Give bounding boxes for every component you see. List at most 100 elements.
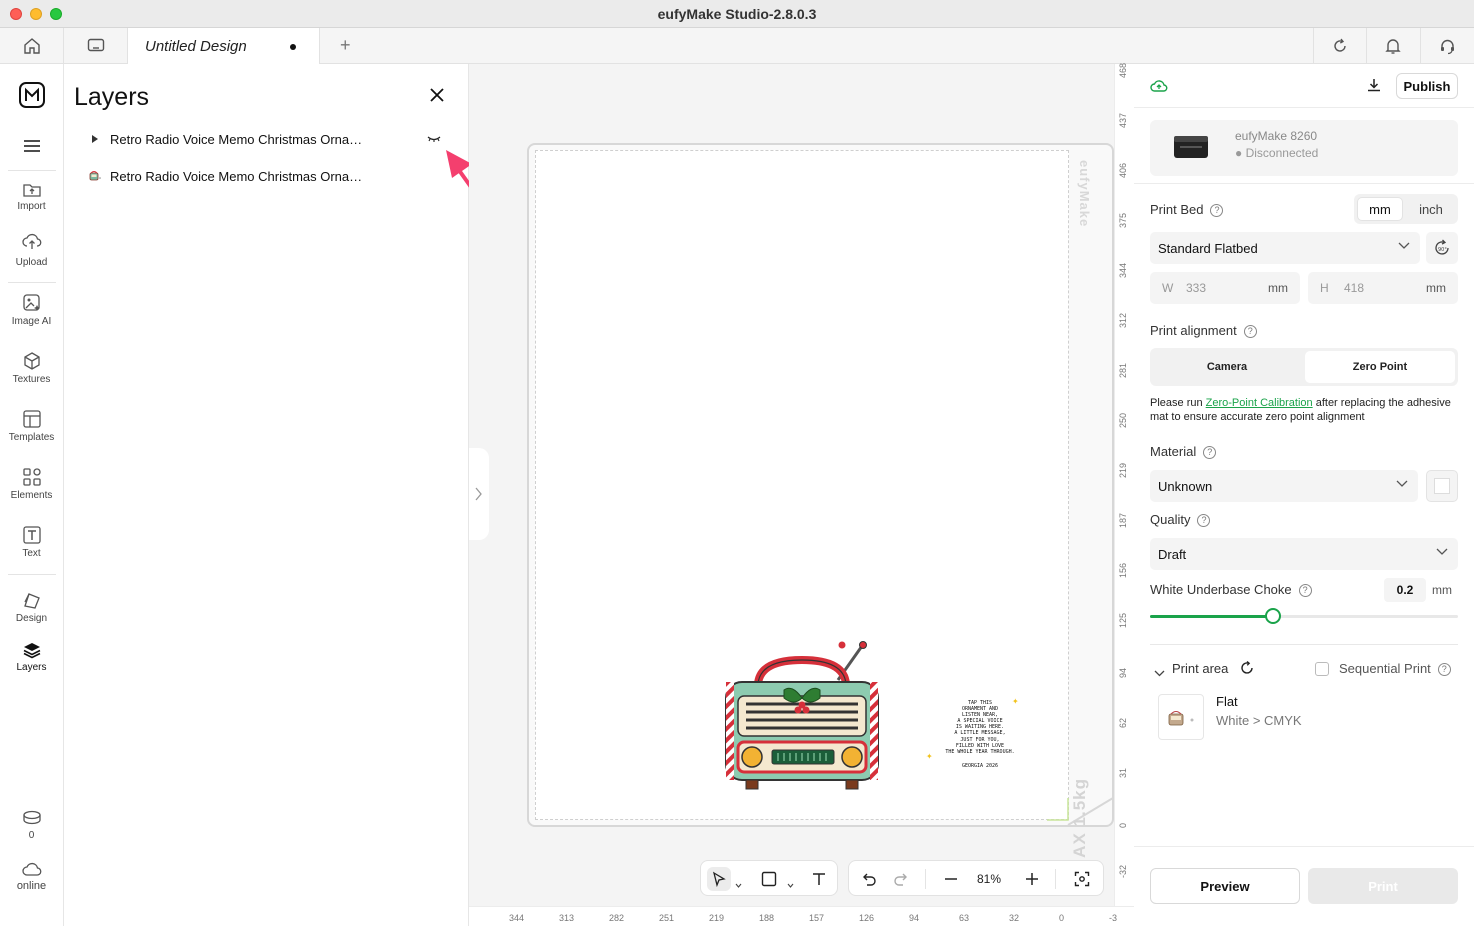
print-button[interactable]: Print (1308, 868, 1458, 904)
chevron-down-icon[interactable] (787, 875, 794, 893)
undo-button[interactable] (857, 867, 881, 891)
sidebar-item-textures[interactable]: Textures (0, 351, 63, 385)
layer-group-row[interactable]: Retro Radio Voice Memo Christmas Orna… (82, 126, 452, 152)
help-icon[interactable]: ? (1197, 514, 1211, 528)
ruler-tick-label: 94 (909, 913, 920, 923)
material-select[interactable]: Unknown (1150, 470, 1418, 502)
zoom-level[interactable]: 81% (977, 872, 1001, 886)
new-tab-button[interactable]: + (340, 35, 351, 56)
alignment-camera-button[interactable]: Camera (1153, 351, 1301, 383)
sidebar-item-label: Upload (15, 257, 48, 268)
notifications-button[interactable] (1366, 28, 1419, 64)
unit-mm-button[interactable]: mm (1357, 197, 1403, 221)
help-icon[interactable]: ? (1210, 204, 1224, 218)
unit-inch-button[interactable]: inch (1407, 197, 1455, 221)
menu-button[interactable] (23, 139, 41, 158)
sidebar-item-layers[interactable]: Layers (0, 641, 63, 673)
print-area-thumbnail[interactable] (1158, 694, 1204, 740)
radio-ornament-design[interactable] (722, 640, 882, 792)
quality-select[interactable]: Draft (1150, 538, 1458, 570)
ruler-tick-label: 312 (1118, 312, 1128, 328)
support-button[interactable] (1420, 28, 1473, 64)
choke-slider[interactable] (1150, 608, 1458, 624)
sidebar-item-templates[interactable]: Templates (0, 409, 63, 443)
ruler-tick-label: 375 (1118, 212, 1128, 228)
bed-type-select[interactable]: Standard Flatbed (1150, 232, 1420, 264)
sidebar-item-label: Textures (12, 374, 51, 385)
help-icon[interactable]: ? (1298, 584, 1312, 598)
publish-button[interactable]: Publish (1396, 73, 1458, 99)
rotate-90-icon: 90° (1435, 239, 1449, 255)
layers-title: Layers (74, 83, 150, 111)
chevron-down-icon (1398, 242, 1410, 249)
zoom-out-button[interactable] (939, 867, 963, 891)
reset-print-area-button[interactable] (1240, 660, 1254, 680)
download-icon (1368, 79, 1380, 92)
home-icon (23, 37, 40, 54)
home-button[interactable] (0, 28, 64, 63)
undo-icon (863, 873, 876, 886)
preview-button[interactable]: Preview (1150, 868, 1300, 904)
zoom-in-button[interactable] (1020, 867, 1044, 891)
collapse-panel-tab[interactable] (469, 448, 489, 540)
poem-text-design[interactable]: TAP THIS ORNAMENT AND LISTEN NEAR, A SPE… (928, 700, 1032, 769)
sidebar-item-image-ai[interactable]: Image AI (0, 293, 63, 327)
select-tool-button[interactable] (707, 867, 731, 891)
sidebar-item-label: Import (17, 201, 46, 212)
sidebar-item-label: Templates (8, 432, 55, 443)
zero-point-calibration-link[interactable]: Zero-Point Calibration (1206, 397, 1313, 409)
text-tool-button[interactable] (807, 867, 831, 891)
unsaved-dot (290, 44, 296, 50)
shape-tool-button[interactable] (757, 867, 781, 891)
left-sidebar: Import Upload Image AI Textures Template… (0, 64, 64, 926)
choke-value-input[interactable]: 0.2 (1384, 578, 1426, 602)
choke-unit: mm (1432, 583, 1452, 597)
bell-icon (1385, 38, 1401, 54)
help-icon[interactable]: ? (1203, 446, 1217, 460)
rotate-label: 90° (1438, 247, 1447, 253)
alignment-zero-point-button[interactable]: Zero Point (1305, 351, 1455, 383)
print-mode-subtitle: White > CMYK (1216, 713, 1302, 728)
sidebar-item-elements[interactable]: Elements (0, 467, 63, 501)
fit-view-icon (1074, 871, 1090, 887)
view-toolbar: 81% (848, 860, 1104, 896)
ruler-tick-label: -32 (1118, 864, 1128, 878)
fit-view-button[interactable] (1070, 867, 1094, 891)
elements-icon (22, 468, 41, 486)
ruler-tick-label: 187 (1118, 512, 1128, 528)
bed-height-field[interactable]: H 418 mm (1308, 272, 1458, 304)
quality-label-text: Quality (1150, 512, 1191, 527)
redo-button[interactable] (889, 867, 913, 891)
sidebar-item-design[interactable]: Design (0, 590, 63, 624)
sidebar-item-label: Elements (10, 490, 53, 501)
material-color-swatch[interactable] (1426, 470, 1458, 502)
chevron-down-icon (1154, 670, 1165, 677)
sidebar-item-text[interactable]: Text (0, 525, 63, 559)
help-icon[interactable]: ? (1243, 325, 1257, 339)
layer-row[interactable]: Retro Radio Voice Memo Christmas Orna… (82, 163, 452, 189)
slider-thumb[interactable] (1265, 608, 1282, 624)
collapse-print-area-button[interactable] (1154, 664, 1165, 682)
coins-counter[interactable]: 0 (0, 809, 63, 841)
coins-count: 0 (28, 830, 35, 841)
ruler-tick-label: 344 (509, 913, 525, 923)
sequential-print-checkbox[interactable] (1315, 662, 1329, 676)
divider (1150, 644, 1458, 645)
device-card[interactable]: eufyMake 8260 ● Disconnected (1150, 120, 1458, 176)
chevron-down-icon[interactable] (735, 875, 742, 893)
ruler-tick-label: 32 (1009, 913, 1020, 923)
bed-width-field[interactable]: W 333 mm (1150, 272, 1300, 304)
quality-value: Draft (1158, 547, 1187, 562)
rotate-bed-button[interactable]: 90° (1426, 232, 1458, 264)
ruler-tick-label: 63 (959, 913, 970, 923)
close-layers-button[interactable] (430, 88, 444, 107)
refresh-button[interactable] (1313, 28, 1366, 64)
online-status[interactable]: online (0, 861, 63, 892)
expand-arrow-icon[interactable] (92, 135, 98, 143)
device-tab-button[interactable] (64, 28, 128, 63)
download-button[interactable] (1366, 77, 1382, 98)
help-icon[interactable]: ? (1437, 663, 1451, 677)
sidebar-item-import[interactable]: Import (0, 180, 63, 212)
sidebar-item-upload[interactable]: Upload (0, 230, 63, 268)
cloud-sync-icon[interactable] (1150, 79, 1168, 98)
